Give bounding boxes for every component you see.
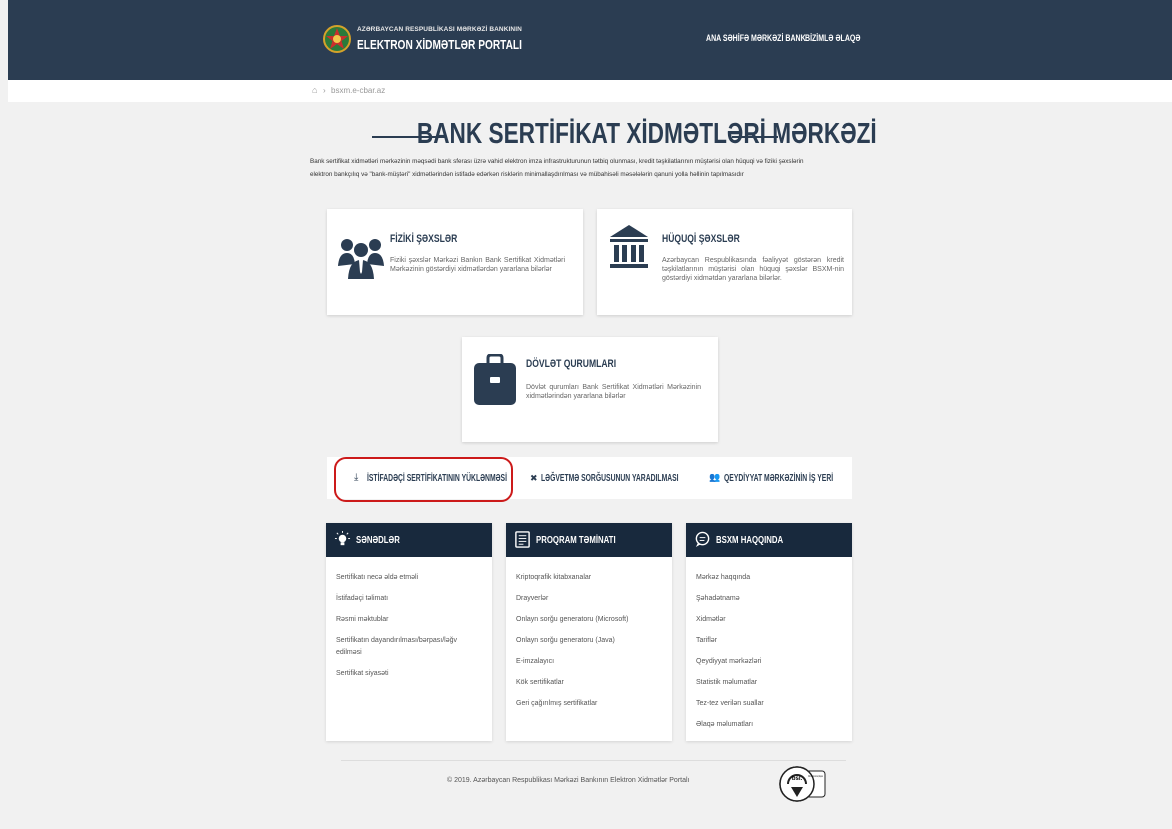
intro-text-line-2: elektron bankçılıq və "bank-müştəri" xid…	[310, 171, 744, 178]
software-panel: PROQRAM TƏMİNATI Kriptoqrafik kitabxanal…	[506, 523, 672, 741]
card-legal-entities-text: Azərbaycan Respublikasında fəaliyyət gös…	[662, 257, 844, 282]
copyright-text: © 2019. Azərbaycan Respublikası Mərkəzi …	[447, 777, 690, 784]
card-state-bodies-title: DÖVLƏT QURUMLARI	[526, 358, 617, 370]
breadcrumb	[8, 80, 1172, 102]
nav-central-bank[interactable]: MƏRKƏZİ BANK	[751, 33, 806, 43]
home-icon[interactable]: ⌂	[312, 85, 317, 95]
link-registration-centers[interactable]: Qeydiyyat mərkəzləri	[696, 657, 761, 666]
link-request-generator-java[interactable]: Onlayn sorğu generatoru (Java)	[516, 636, 615, 645]
link-tariffs[interactable]: Tariflər	[696, 636, 717, 645]
card-legal-entities-title: HÜQUQİ ŞƏXSLƏR	[662, 233, 740, 245]
link-certificate-suspension[interactable]: Sertifikatın dayandırılması/bərpası/ləğv	[336, 636, 457, 645]
link-revoked-certificates[interactable]: Geri çağırılmış sertifikatlar	[516, 699, 597, 708]
document-icon	[515, 531, 530, 548]
bsi-certification-badge-icon: bsi. ISO/IEC 27001 Information Security …	[779, 766, 826, 802]
link-drivers[interactable]: Drayverlər	[516, 594, 548, 603]
intro-text-line-1: Bank sertifikat xidmətləri mərkəzinin mə…	[310, 158, 804, 165]
bsi-brand: bsi.	[792, 776, 803, 782]
nav-home[interactable]: ANA SƏHİFƏ	[706, 33, 749, 43]
page-title: BANK SERTİFİKAT XİDMƏTLƏRİ MƏRKƏZİ	[416, 118, 877, 150]
breadcrumb-link[interactable]: bsxm.e-cbar.az	[331, 86, 385, 95]
users-icon[interactable]: 👥	[709, 472, 720, 483]
close-icon[interactable]: ✖	[530, 473, 538, 484]
people-icon	[338, 239, 384, 279]
card-state-bodies-text: Dövlət qurumları Bank Sertifikat Xidmətl…	[526, 384, 701, 400]
lightbulb-icon	[334, 531, 351, 546]
link-about-center[interactable]: Mərkəz haqqında	[696, 573, 750, 582]
nav-contact[interactable]: BİZİMLƏ ƏLAQƏ	[805, 33, 860, 43]
link-root-certificates[interactable]: Kök sertifikatlar	[516, 678, 564, 687]
link-certificate-document[interactable]: Şəhadətnamə	[696, 594, 740, 603]
tab-registration-workplace[interactable]: QEYDİYYAT MƏRKƏZİNİN İŞ YERİ	[724, 473, 833, 484]
link-certificate-policy[interactable]: Sertifikat siyasəti	[336, 669, 389, 678]
link-faq[interactable]: Tez-tez verilən suallar	[696, 699, 764, 708]
documents-panel: SƏNƏDLƏR Sertifikatı necə əldə etməli İs…	[326, 523, 492, 741]
link-contact-info[interactable]: Əlaqə məlumatları	[696, 720, 753, 729]
card-individuals-text: Fiziki şəxslər Mərkəzi Bankın Bank Serti…	[390, 257, 565, 273]
briefcase-icon	[474, 354, 516, 405]
link-official-letters[interactable]: Rəsmi məktublar	[336, 615, 389, 624]
card-individuals-title: FİZİKİ ŞƏXSLƏR	[390, 233, 458, 245]
link-user-guide[interactable]: İstifadəçi təlimatı	[336, 594, 388, 603]
emblem-logo-icon[interactable]	[322, 24, 352, 54]
brand-title[interactable]: ELEKTRON XİDMƏTLƏR PORTALI	[357, 37, 522, 52]
bank-building-icon	[610, 225, 648, 268]
link-certificate-suspension-cont[interactable]: edilməsi	[336, 648, 362, 657]
software-panel-title: PROQRAM TƏMİNATI	[536, 535, 616, 546]
link-how-to-get-certificate[interactable]: Sertifikatı necə əldə etməli	[336, 573, 418, 582]
brand-subtitle: AZƏRBAYCAN RESPUBLİKASI MƏRKƏZİ BANKININ	[357, 26, 522, 33]
chat-icon	[695, 531, 710, 548]
link-crypto-libraries[interactable]: Kriptoqrafik kitabxanalar	[516, 573, 591, 582]
highlight-outline	[334, 457, 513, 502]
tab-revocation-request[interactable]: LƏĞVETMƏ SORĞUSUNUN YARADILMASI	[541, 473, 679, 484]
footer-divider	[341, 760, 846, 761]
about-panel: BSXM HAQQINDA Mərkəz haqqında Şəhadətnam…	[686, 523, 852, 741]
link-request-generator-microsoft[interactable]: Onlayn sorğu generatoru (Microsoft)	[516, 615, 628, 624]
breadcrumb-separator: ›	[323, 86, 326, 95]
link-statistics[interactable]: Statistik məlumatlar	[696, 678, 757, 687]
top-header	[8, 0, 1172, 80]
link-e-signer[interactable]: E-imzalayıcı	[516, 657, 554, 666]
link-services[interactable]: Xidmətlər	[696, 615, 726, 624]
documents-panel-title: SƏNƏDLƏR	[356, 535, 400, 546]
about-panel-title: BSXM HAQQINDA	[716, 535, 784, 546]
cert-text: ISO/IEC 27001 Information Security Manag…	[808, 774, 823, 778]
